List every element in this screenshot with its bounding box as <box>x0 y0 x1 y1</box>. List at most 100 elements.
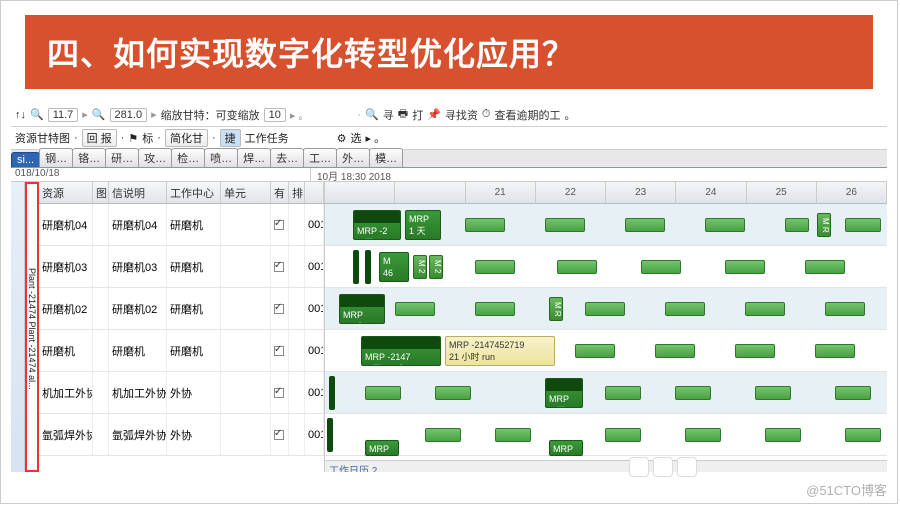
gantt-bar-slim[interactable] <box>425 428 461 442</box>
gantt-task[interactable]: MRP1 天 <box>405 210 441 240</box>
gantt-bar-slim[interactable] <box>685 428 721 442</box>
gantt-bar-slim[interactable] <box>605 386 641 400</box>
btn-flag[interactable]: 标 <box>142 130 153 146</box>
print-icon[interactable]: 🖶 <box>398 105 408 124</box>
gantt-bar-slim[interactable] <box>585 302 625 316</box>
gantt-area[interactable]: 212223242526 MRP -22 天 2MRP1 天M RM46M 2M… <box>325 182 887 472</box>
col-last[interactable] <box>305 182 324 203</box>
gantt-bar-slim[interactable] <box>641 260 681 274</box>
gantt-bar-slim[interactable] <box>735 344 775 358</box>
overdue-label[interactable]: 查看逾期的工 <box>494 107 560 123</box>
side-col-red[interactable]: Plant -21474 Plant -21474 al... <box>25 182 39 472</box>
gantt-bar-slim[interactable] <box>495 428 531 442</box>
gantt-bar-slim[interactable] <box>755 386 791 400</box>
tab-喷[interactable]: 喷… <box>204 148 238 167</box>
gantt-minibar[interactable]: M R <box>817 213 831 237</box>
cell-check[interactable] <box>271 372 289 413</box>
gantt-bar-slim[interactable] <box>575 344 615 358</box>
cell-check[interactable] <box>271 330 289 371</box>
btn-select[interactable]: 选 <box>351 130 362 146</box>
gantt-task[interactable]: MRP1 天 <box>545 378 583 408</box>
col-wc[interactable]: 工作中心 <box>167 182 221 203</box>
gantt-darkbar[interactable] <box>353 250 359 284</box>
gantt-bar-slim[interactable] <box>475 302 515 316</box>
gantt-lane[interactable]: MRP21 小 M R <box>325 288 887 330</box>
cell-check[interactable] <box>271 204 289 245</box>
tab-研[interactable]: 研… <box>105 148 139 167</box>
flag-icon[interactable]: ⚑ <box>128 132 138 145</box>
gantt-lane[interactable]: MRP -21472 天 22 小MRP -214745271921 小时 ru… <box>325 330 887 372</box>
findres-icon[interactable]: 📌 <box>427 108 441 121</box>
gantt-bar-slim[interactable] <box>545 218 585 232</box>
find-icon[interactable]: 🔍 <box>365 108 379 121</box>
sort-icon[interactable]: ↑↓ <box>15 109 26 121</box>
print-label[interactable]: 打 <box>412 107 423 123</box>
tab-模[interactable]: 模… <box>369 148 403 167</box>
gantt-bar-slim[interactable] <box>435 386 471 400</box>
gantt-bar-slim[interactable] <box>395 302 435 316</box>
gantt-scrollbar[interactable]: 工作日历 2 <box>325 460 887 472</box>
col-desc[interactable]: 信说明 <box>109 182 167 203</box>
tab-primary[interactable]: si... <box>11 152 40 167</box>
gantt-lane[interactable]: M46M 2M 2 <box>325 246 887 288</box>
zoom1-value[interactable]: 11.7 <box>48 108 79 122</box>
table-row[interactable]: 机加工外协机加工外协外协001 <box>39 372 324 414</box>
col-cell[interactable]: 单元 <box>221 182 271 203</box>
btn-quick[interactable]: 捷 <box>220 129 241 147</box>
gantt-darkbar[interactable] <box>327 418 333 452</box>
gantt-bar-slim[interactable] <box>785 218 809 232</box>
zoom-icon[interactable]: 🔍 <box>30 108 44 121</box>
tab-钢[interactable]: 钢… <box>39 148 73 167</box>
tab-铬[interactable]: 铬… <box>72 148 106 167</box>
table-row[interactable]: 研磨机02研磨机02研磨机001 <box>39 288 324 330</box>
gantt-lane[interactable]: MRP03 MRP <box>325 414 887 456</box>
col-seq[interactable]: 排 <box>289 182 305 203</box>
zoom2-value[interactable]: 281.0 <box>110 108 148 122</box>
gantt-task[interactable]: MRP -22 天 2 <box>353 210 401 240</box>
gantt-lane[interactable]: MRP1 天 <box>325 372 887 414</box>
gantt-task[interactable]: MRP21 小 <box>339 294 385 324</box>
zoom-icon-2[interactable]: 🔍 <box>92 108 106 121</box>
gantt-minibar[interactable]: M R <box>549 297 563 321</box>
gantt-bar-slim[interactable] <box>845 428 881 442</box>
zoom-scale[interactable]: 10 <box>264 108 286 122</box>
gantt-bar-slim[interactable] <box>675 386 711 400</box>
tab-工[interactable]: 工… <box>303 148 337 167</box>
tab-检[interactable]: 检… <box>171 148 205 167</box>
gantt-bar-slim[interactable] <box>815 344 855 358</box>
side-col-blue[interactable] <box>11 182 25 472</box>
gantt-darkbar[interactable] <box>365 250 371 284</box>
gantt-task[interactable]: MRP <box>549 440 583 456</box>
gantt-bar-slim[interactable] <box>705 218 745 232</box>
btn-simplify[interactable]: 简化甘 <box>165 129 208 147</box>
gantt-bar-slim[interactable] <box>665 302 705 316</box>
gantt-task[interactable]: MRP03 <box>365 440 399 456</box>
gantt-bar-slim[interactable] <box>605 428 641 442</box>
gantt-bar-slim[interactable] <box>475 260 515 274</box>
cell-check[interactable] <box>271 246 289 287</box>
calendar-icon[interactable]: ⏱ <box>482 108 491 121</box>
gantt-bar-slim[interactable] <box>745 302 785 316</box>
tab-攻[interactable]: 攻… <box>138 148 172 167</box>
btn-tasks[interactable]: 工作任务 <box>245 130 289 146</box>
gantt-bar-slim[interactable] <box>655 344 695 358</box>
gantt-task[interactable]: MRP -214745271921 小时 run <box>445 336 555 366</box>
table-row[interactable]: 研磨机研磨机研磨机001 <box>39 330 324 372</box>
findres-label[interactable]: 寻找资 <box>445 107 478 123</box>
table-row[interactable]: 研磨机04研磨机04研磨机001 <box>39 204 324 246</box>
table-row[interactable]: 研磨机03研磨机03研磨机001 <box>39 246 324 288</box>
cell-check[interactable] <box>271 414 289 455</box>
gear-icon[interactable]: ⚙ <box>337 132 347 145</box>
gantt-bar-slim[interactable] <box>805 260 845 274</box>
gantt-bar-slim[interactable] <box>825 302 865 316</box>
gantt-minibar[interactable]: M 2 <box>429 255 443 279</box>
col-res[interactable]: 资源 <box>39 182 93 203</box>
btn-report[interactable]: 回 报 <box>82 129 117 147</box>
tab-去[interactable]: 去… <box>270 148 304 167</box>
gantt-bar-slim[interactable] <box>625 218 665 232</box>
gantt-bar-slim[interactable] <box>365 386 401 400</box>
gantt-minibar[interactable]: M 2 <box>413 255 427 279</box>
gantt-bar-slim[interactable] <box>845 218 881 232</box>
cell-check[interactable] <box>271 288 289 329</box>
table-row[interactable]: 氩弧焊外协氩弧焊外协外协001 <box>39 414 324 456</box>
